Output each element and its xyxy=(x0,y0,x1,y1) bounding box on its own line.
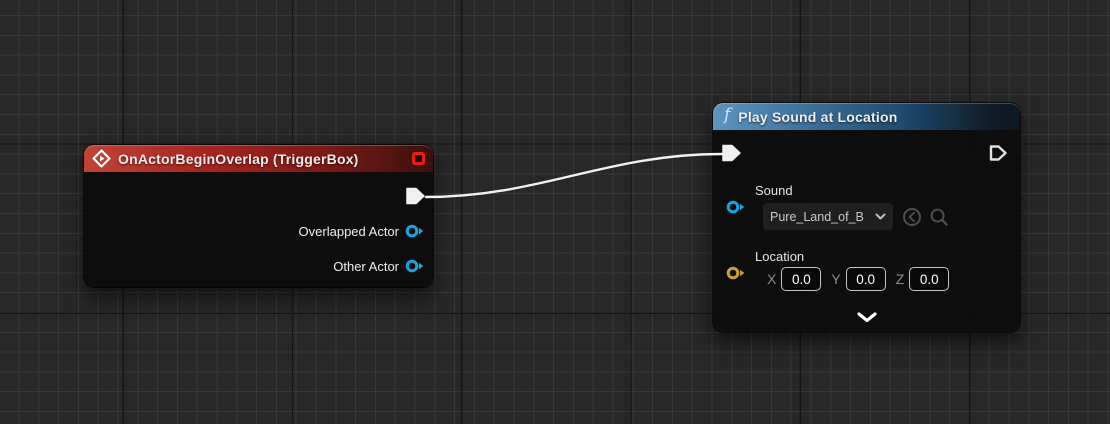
pin-row-overlapped-actor: Overlapped Actor xyxy=(299,223,424,239)
event-exec-out-pin[interactable] xyxy=(405,186,426,206)
pin-label: Other Actor xyxy=(333,258,399,274)
event-node-onactorbeginoverlap[interactable]: OnActorBeginOverlap (TriggerBox) Overlap… xyxy=(84,145,433,287)
chevron-down-icon xyxy=(856,311,877,322)
axis-z-input[interactable] xyxy=(909,267,950,291)
object-pin-other-actor[interactable] xyxy=(405,258,424,274)
browse-to-asset-magnifier-icon[interactable] xyxy=(929,207,949,227)
pin-label: Overlapped Actor xyxy=(298,223,399,239)
blueprint-graph[interactable]: OnActorBeginOverlap (TriggerBox) Overlap… xyxy=(0,0,1110,424)
function-node-header[interactable]: f Play Sound at Location xyxy=(713,103,1020,130)
sound-asset-dropdown[interactable]: Pure_Land_of_B xyxy=(763,203,893,230)
axis-z-group: Z xyxy=(896,267,950,291)
event-node-header[interactable]: OnActorBeginOverlap (TriggerBox) xyxy=(84,145,433,172)
function-exec-in-pin[interactable] xyxy=(721,143,742,163)
axis-y-label: Y xyxy=(831,271,841,287)
chevron-down-icon xyxy=(875,213,886,220)
function-node-title: Play Sound at Location xyxy=(738,108,898,125)
sound-pin-label: Sound xyxy=(755,183,793,198)
pin-row-other-actor: Other Actor xyxy=(333,258,424,274)
axis-x-input[interactable] xyxy=(781,267,822,291)
sound-asset-value: Pure_Land_of_B xyxy=(770,209,864,224)
axis-z-label: Z xyxy=(895,271,905,287)
sound-asset-actions xyxy=(902,207,949,227)
node-expand-button[interactable] xyxy=(852,309,882,325)
function-f-icon: f xyxy=(724,105,731,125)
location-xyz-row: X Y Z xyxy=(767,267,950,291)
object-pin-overlapped-actor[interactable] xyxy=(405,223,424,239)
axis-x-label: X xyxy=(767,271,777,287)
location-vector-pin[interactable] xyxy=(726,265,745,281)
function-exec-out-pin[interactable] xyxy=(988,143,1009,163)
delegate-pin[interactable] xyxy=(412,152,425,165)
function-node-play-sound-at-location[interactable]: f Play Sound at Location Sound Pure_Land… xyxy=(713,103,1020,332)
axis-y-group: Y xyxy=(831,267,886,291)
axis-y-input[interactable] xyxy=(845,267,886,291)
event-diamond-icon xyxy=(92,149,111,168)
axis-x-group: X xyxy=(767,267,822,291)
location-pin-label: Location xyxy=(755,249,805,264)
sound-object-pin[interactable] xyxy=(726,199,745,215)
use-selected-asset-icon[interactable] xyxy=(902,207,922,227)
event-node-title: OnActorBeginOverlap (TriggerBox) xyxy=(118,150,359,167)
